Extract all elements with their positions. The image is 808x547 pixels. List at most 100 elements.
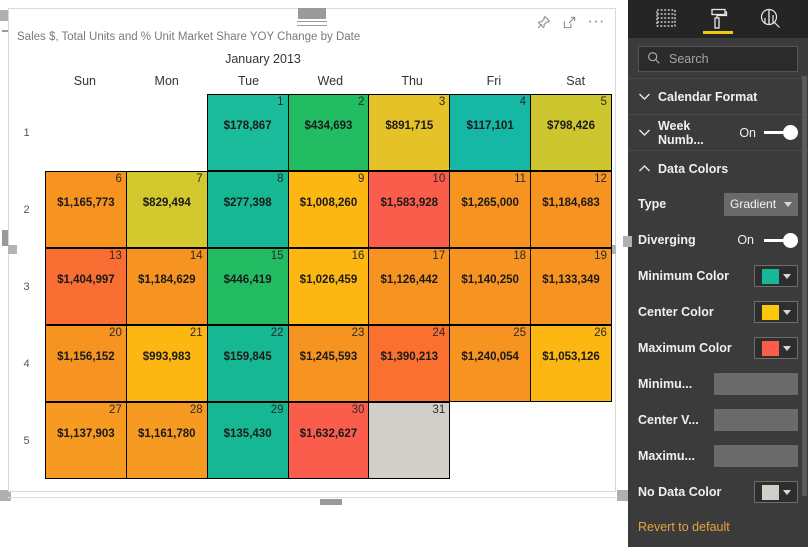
week-number-column: 1 2 3 4 5 [9, 94, 44, 479]
calendar-cell[interactable]: 2 $434,693 [287, 94, 370, 171]
calendar-cell[interactable]: 1 $178,867 [206, 94, 289, 171]
minimum-value-input[interactable] [714, 373, 798, 395]
calendar-cell[interactable]: 14 $1,184,629 [125, 248, 208, 325]
calendar-cell-value: $891,715 [385, 120, 434, 132]
calendar-cell[interactable]: 20 $1,156,152 [45, 325, 127, 402]
calendar-cell[interactable]: 29 $135,430 [206, 402, 289, 479]
fields-tab[interactable] [649, 1, 683, 37]
section-week-number[interactable]: Week Numb... On [628, 114, 808, 150]
calendar-cell[interactable]: 28 $1,161,780 [125, 402, 208, 479]
calendar-day-number: 9 [357, 173, 365, 185]
maximum-value-input[interactable] [714, 445, 798, 467]
center-value-label: Center V... [638, 413, 699, 427]
visual-title: Sales $, Total Units and % Unit Market S… [17, 31, 361, 43]
calendar-cell-value: $1,390,213 [380, 351, 439, 363]
calendar-week-row: 13 $1,404,997 14 $1,184,629 15 $446,419 16 $1,0… [45, 248, 618, 325]
panel-resize-handle[interactable] [623, 236, 632, 247]
calendar-cell[interactable]: 23 $1,245,593 [287, 325, 370, 402]
more-options-icon[interactable]: ··· [588, 15, 605, 30]
no-data-color-picker[interactable] [754, 481, 798, 503]
calendar-day-number: 14 [189, 250, 203, 262]
calendar-cell[interactable]: 8 $277,398 [206, 171, 289, 248]
calendar-cell[interactable]: 21 $993,983 [125, 325, 208, 402]
panel-scrollbar[interactable] [802, 76, 807, 496]
calendar-cell[interactable]: 30 $1,632,627 [287, 402, 370, 479]
section-data-colors[interactable]: Data Colors [628, 150, 808, 186]
calendar-cell[interactable]: 4 $117,101 [449, 94, 532, 171]
calendar-cell-empty [126, 94, 208, 171]
calendar-cell[interactable]: 5 $798,426 [530, 94, 612, 171]
pin-icon[interactable] [536, 15, 551, 30]
calendar-cell[interactable]: 7 $829,494 [125, 171, 208, 248]
calendar-cell[interactable]: 26 $1,053,126 [530, 325, 612, 402]
weekday-mon: Mon [154, 74, 179, 88]
calendar-cell-value: $993,983 [142, 351, 191, 363]
calendar-day-number: 2 [357, 96, 365, 108]
calendar-cell[interactable]: 24 $1,390,213 [368, 325, 451, 402]
calendar-visual[interactable]: ··· Sales $, Total Units and % Unit Mark… [8, 8, 616, 492]
analytics-tab[interactable] [753, 1, 787, 37]
month-label: January 2013 [9, 52, 615, 66]
chevron-down-icon [782, 489, 791, 495]
calendar-cell[interactable]: 3 $891,715 [368, 94, 451, 171]
row-type: Type Gradient [628, 186, 808, 222]
section-calendar-format[interactable]: Calendar Format [628, 78, 808, 114]
search-container: Search [628, 38, 808, 78]
revert-to-default-link[interactable]: Revert to default [628, 510, 808, 534]
canvas-horizontal-scrollbar[interactable] [8, 497, 616, 506]
diverging-toggle[interactable] [764, 232, 798, 248]
minimum-color-picker[interactable] [754, 265, 798, 287]
calendar-cell[interactable]: 9 $1,008,260 [287, 171, 370, 248]
chevron-down-icon [782, 309, 791, 315]
calendar-day-number: 15 [270, 250, 284, 262]
week-number-toggle[interactable] [764, 125, 798, 140]
calendar-cell[interactable]: 19 $1,133,349 [530, 248, 612, 325]
calendar-cell-value: $178,867 [223, 120, 272, 132]
calendar-cell[interactable]: 12 $1,184,683 [530, 171, 612, 248]
calendar-day-number: 30 [351, 404, 365, 416]
weekday-wed: Wed [317, 74, 344, 88]
weekday-sun: Sun [73, 74, 97, 88]
chevron-down-icon [782, 345, 791, 351]
canvas-resize-handle-bottom-right[interactable] [617, 490, 628, 501]
calendar-day-number: 29 [270, 404, 284, 416]
calendar-grid[interactable]: 1 $178,867 2 $434,693 3 $891,715 4 $117,101 5 $79… [45, 94, 618, 479]
calendar-cell[interactable]: 31 [368, 402, 451, 479]
calendar-cell[interactable]: 17 $1,126,442 [368, 248, 451, 325]
calendar-cell-value: $277,398 [223, 197, 272, 209]
type-dropdown[interactable]: Gradient [724, 192, 798, 216]
center-value-input[interactable] [714, 409, 798, 431]
calendar-cell[interactable]: 11 $1,265,000 [449, 171, 532, 248]
hscroll-thumb [320, 499, 342, 505]
calendar-cell[interactable]: 16 $1,026,459 [287, 248, 370, 325]
calendar-cell[interactable]: 13 $1,404,997 [45, 248, 127, 325]
focus-mode-icon[interactable] [562, 15, 577, 30]
calendar-cell[interactable]: 25 $1,240,054 [449, 325, 532, 402]
calendar-cell[interactable]: 18 $1,140,250 [449, 248, 532, 325]
format-tab[interactable] [701, 1, 735, 37]
calendar-day-number: 11 [514, 173, 527, 185]
visualizations-format-panel: Search Calendar Format Week Numb... On D… [623, 0, 808, 547]
power-bi-report-window: ··· Sales $, Total Units and % Unit Mark… [0, 0, 808, 547]
calendar-cell-empty [45, 94, 127, 171]
type-value: Gradient [730, 197, 777, 211]
visual-drag-handle[interactable] [298, 8, 326, 19]
week-number: 1 [23, 126, 30, 139]
row-maximum-value: Maximu... [628, 438, 808, 474]
calendar-day-number: 18 [513, 250, 527, 262]
calendar-cell[interactable]: 10 $1,583,928 [368, 171, 451, 248]
row-no-data-color: No Data Color [628, 474, 808, 510]
calendar-cell-value: $1,184,629 [137, 274, 196, 286]
calendar-cell[interactable]: 27 $1,137,903 [45, 402, 127, 479]
search-input[interactable]: Search [638, 46, 798, 72]
calendar-cell[interactable]: 6 $1,165,773 [45, 171, 127, 248]
report-canvas[interactable]: ··· Sales $, Total Units and % Unit Mark… [0, 0, 628, 547]
calendar-cell[interactable]: 15 $446,419 [206, 248, 289, 325]
panel-tab-strip [628, 0, 808, 38]
maximum-color-picker[interactable] [754, 337, 798, 359]
maximum-value-label: Maximu... [638, 449, 695, 463]
row-center-value: Center V... [628, 402, 808, 438]
calendar-cell[interactable]: 22 $159,845 [206, 325, 289, 402]
weekday-sat: Sat [566, 74, 586, 88]
center-color-picker[interactable] [754, 301, 798, 323]
